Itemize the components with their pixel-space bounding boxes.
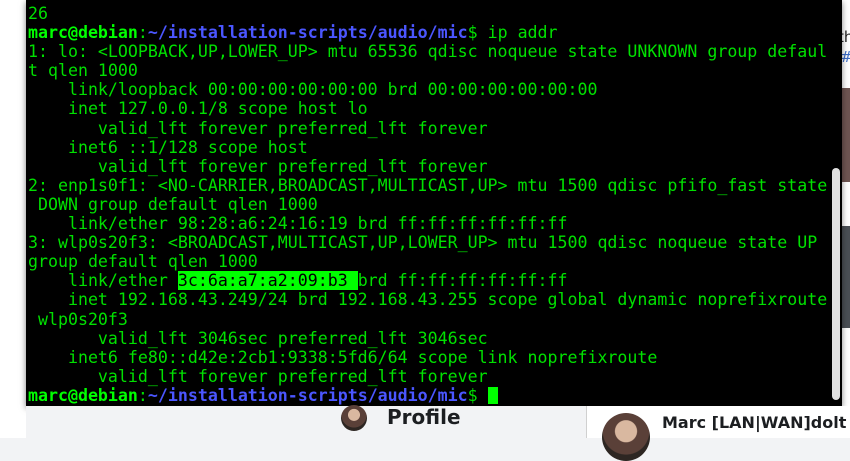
post-author-name[interactable]: Marc [LAN|WAN]dolt ju (662, 413, 850, 432)
terminal-output-line: link/ether 3c:6a:a7:a2:09:b3 brd ff:ff:f… (28, 271, 827, 291)
terminal-output-line: DOWN group default qlen 1000 (28, 194, 318, 214)
terminal-output-line: 1: lo: <LOOPBACK,UP,LOWER_UP> mtu 65536 … (28, 42, 828, 62)
background-page-left (0, 0, 26, 438)
terminal-output-line: inet 192.168.43.249/24 brd 192.168.43.25… (28, 290, 828, 310)
terminal-output-line: 3: wlp0s20f3: <BROADCAST,MULTICAST,UP,LO… (28, 233, 818, 253)
terminal-output-line: link/loopback 00:00:00:00:00:00 brd 00:0… (28, 80, 598, 100)
prompt-symbol: $ (467, 385, 488, 405)
terminal-output-line: inet6 fe80::d42e:2cb1:9338:5fd6/64 scope… (28, 347, 658, 367)
terminal-output-line: valid_lft forever preferred_lft forever (28, 366, 488, 386)
terminal-output-line: group default qlen 1000 (28, 252, 258, 272)
profile-link[interactable]: Profile (387, 405, 461, 429)
terminal-output-line: wlp0s20f3 (28, 309, 128, 329)
terminal-output-line: inet 127.0.0.1/8 scope host lo (28, 99, 368, 119)
terminal-output-line: 26 (28, 4, 48, 23)
prompt-separator: : (137, 385, 148, 405)
output-text: brd ff:ff:ff:ff:ff:ff (357, 271, 568, 291)
prompt-user: marc@debian (28, 385, 138, 405)
prompt-separator: : (137, 23, 148, 43)
prompt-command: ip addr (487, 23, 558, 43)
terminal-output-line: link/ether 98:28:a6:24:16:19 brd ff:ff:f… (28, 214, 568, 234)
terminal-cursor (487, 386, 498, 404)
terminal-scrollbar-thumb[interactable] (832, 168, 840, 400)
terminal-prompt-line: marc@debian:~/installation-scripts/audio… (28, 386, 827, 405)
background-profile-bar (26, 406, 586, 438)
terminal-output-line: inet6 ::1/128 scope host (28, 137, 308, 157)
selected-mac-address: 3c:6a:a7:a2:09:b3 (177, 271, 358, 291)
terminal-output-line: valid_lft forever preferred_lft forever (28, 156, 488, 176)
terminal-output-line: t qlen 1000 (28, 61, 138, 81)
prompt-path: ~/installation-scripts/audio/mic (147, 23, 468, 43)
prompt-user: marc@debian (28, 23, 138, 43)
prompt-path: ~/installation-scripts/audio/mic (147, 385, 468, 405)
terminal-window[interactable]: 26 marc@debian:~/installation-scripts/aud… (26, 0, 842, 406)
terminal-output-line: 2: enp1s0f1: <NO-CARRIER,BROADCAST,MULTI… (28, 175, 828, 195)
profile-avatar[interactable] (341, 405, 367, 431)
prompt-symbol: $ (467, 23, 488, 43)
terminal-prompt-line: marc@debian:~/installation-scripts/audio… (28, 23, 827, 42)
terminal-output-line: valid_lft forever preferred_lft forever (28, 118, 488, 138)
output-text: link/ether (28, 271, 178, 291)
terminal-output[interactable]: 26 marc@debian:~/installation-scripts/aud… (28, 4, 827, 405)
terminal-output-line: valid_lft 3046sec preferred_lft 3046sec (28, 328, 488, 348)
post-author-avatar[interactable] (602, 413, 650, 461)
